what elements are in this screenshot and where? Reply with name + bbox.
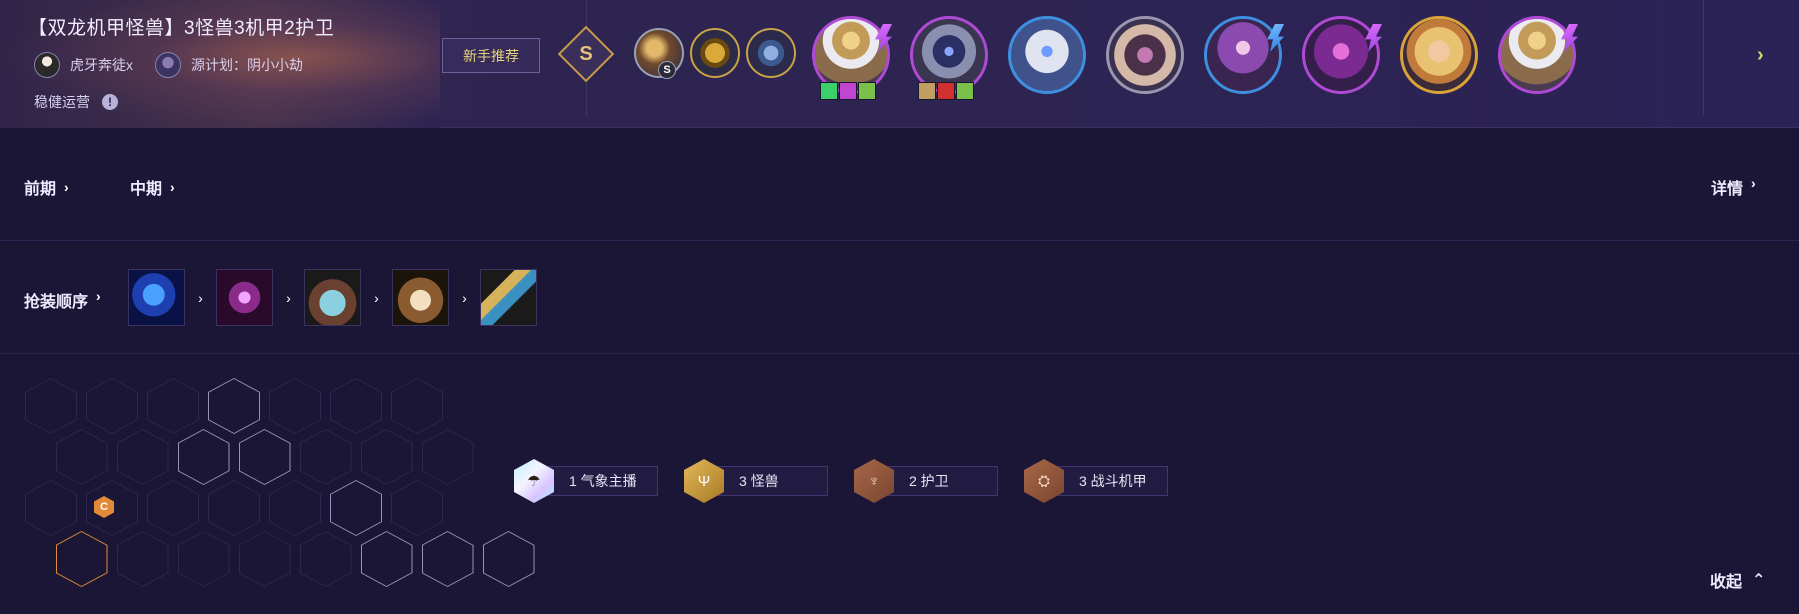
item-order-row: 抢装顺序 › › › › › xyxy=(0,241,1799,354)
item-icon xyxy=(918,82,936,100)
augment-list: S xyxy=(634,28,796,79)
gauntlet-icon[interactable] xyxy=(392,269,449,326)
item-order-text: 抢装顺序 xyxy=(24,294,89,311)
trait-mecha[interactable]: ⛭ 3 战斗机甲 xyxy=(1024,459,1168,503)
stage-early[interactable]: 前期 › xyxy=(24,175,69,199)
chevron-right-icon: › xyxy=(64,179,69,195)
detail-label: 详情 xyxy=(1711,181,1744,198)
newbie-tag: 新手推荐 xyxy=(442,38,540,73)
divider xyxy=(1703,0,1704,116)
champion-portrait[interactable] xyxy=(1008,16,1086,94)
item-icon xyxy=(858,82,876,100)
info-icon[interactable]: ! xyxy=(102,94,118,110)
trait-label: 3 怪兽 xyxy=(718,466,828,496)
chevron-up-icon: ⌃ xyxy=(1752,572,1766,589)
chevron-right-icon: › xyxy=(374,289,379,306)
trait-label: 1 气象主播 xyxy=(548,466,658,496)
chevron-right-icon: › xyxy=(1751,175,1756,191)
detail-link[interactable]: 详情 › xyxy=(1711,175,1756,199)
author-avatar[interactable] xyxy=(34,52,60,78)
stage-mid[interactable]: 中期 › xyxy=(130,175,175,199)
champion-portrait[interactable] xyxy=(1400,16,1478,94)
stage-early-label: 前期 xyxy=(24,181,57,198)
heart-icon[interactable] xyxy=(746,28,796,78)
augment-icon[interactable]: S xyxy=(634,28,684,79)
strategy-label: 稳健运营 xyxy=(34,94,90,110)
chevron-right-icon: › xyxy=(286,289,291,306)
next-chevron-icon[interactable]: › xyxy=(1757,44,1764,67)
champion-portrait[interactable] xyxy=(1204,16,1282,94)
chevron-right-icon: › xyxy=(96,288,101,304)
emblem-icon[interactable] xyxy=(690,28,740,78)
champion-items xyxy=(820,82,876,100)
item-icon xyxy=(956,82,974,100)
trait-label: 3 战斗机甲 xyxy=(1058,466,1168,496)
stage-row: 前期 › 中期 › 详情 › xyxy=(0,128,1799,241)
blue-buff-icon[interactable] xyxy=(128,269,185,326)
item-order-label[interactable]: 抢装顺序 › xyxy=(24,288,101,312)
spatula-icon[interactable] xyxy=(480,269,537,326)
chevron-right-icon: › xyxy=(170,179,175,195)
spirit-visage-icon[interactable] xyxy=(216,269,273,326)
author-name[interactable]: 源计划：阴小小劫 xyxy=(191,55,303,75)
collapse-label: 收起 xyxy=(1710,574,1743,591)
bramble-vest-icon[interactable] xyxy=(304,269,361,326)
champion-portrait[interactable] xyxy=(1498,16,1576,94)
trait-weather[interactable]: ☂ 1 气象主播 xyxy=(514,459,658,503)
champion-items xyxy=(918,82,974,100)
author-avatar[interactable] xyxy=(155,52,181,78)
item-icon xyxy=(839,82,857,100)
trait-label: 2 护卫 xyxy=(888,466,998,496)
comp-header: 【双龙机甲怪兽】3怪兽3机甲2护卫 虎牙奔徒x 源计划：阴小小劫 稳健运营 ! … xyxy=(0,0,1799,128)
trait-monster[interactable]: Ψ 3 怪兽 xyxy=(684,459,828,503)
collapse-button[interactable]: 收起 ⌃ xyxy=(1710,568,1765,592)
comp-title: 【双龙机甲怪兽】3怪兽3机甲2护卫 xyxy=(28,18,335,39)
trait-list: ☂ 1 气象主播 Ψ 3 怪兽 ♆ 2 护卫 ⛭ 3 战斗机甲 xyxy=(514,459,1168,503)
tier-letter: S xyxy=(579,42,593,65)
stage-mid-label: 中期 xyxy=(130,181,163,198)
champion-portrait[interactable] xyxy=(1106,16,1184,94)
author-name[interactable]: 虎牙奔徒x xyxy=(70,55,133,75)
trait-guardian[interactable]: ♆ 2 护卫 xyxy=(854,459,998,503)
chevron-right-icon: › xyxy=(198,289,203,306)
item-icon xyxy=(820,82,838,100)
strategy: 稳健运营 ! xyxy=(34,92,118,112)
item-icon xyxy=(937,82,955,100)
champion-portrait[interactable] xyxy=(1302,16,1380,94)
chevron-right-icon: › xyxy=(462,289,467,306)
rank-badge: S xyxy=(658,61,676,79)
authors: 虎牙奔徒x 源计划：阴小小劫 xyxy=(34,52,325,78)
item-order-list: › › › › xyxy=(128,269,537,326)
